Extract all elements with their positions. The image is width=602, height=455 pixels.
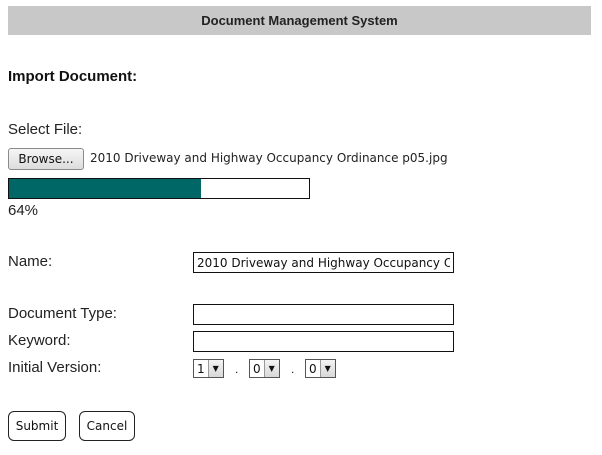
document-type-input[interactable] bbox=[193, 304, 454, 325]
app-header: Document Management System bbox=[8, 6, 591, 35]
version-separator: . bbox=[235, 362, 239, 376]
version-minor-value: 0 bbox=[253, 362, 261, 376]
upload-progress-fill bbox=[9, 179, 201, 198]
chevron-down-icon[interactable]: ▼ bbox=[207, 360, 223, 377]
upload-progress-text: 64% bbox=[8, 202, 39, 219]
select-file-label: Select File: bbox=[8, 121, 83, 138]
submit-button[interactable]: Submit bbox=[8, 411, 66, 441]
keyword-input[interactable] bbox=[193, 331, 454, 352]
section-title: Import Document: bbox=[8, 68, 138, 85]
version-patch-select[interactable]: 0 ▼ bbox=[305, 359, 336, 378]
name-label: Name: bbox=[8, 253, 53, 270]
chevron-down-icon[interactable]: ▼ bbox=[263, 360, 279, 377]
initial-version-label: Initial Version: bbox=[8, 359, 102, 376]
selected-file-name: 2010 Driveway and Highway Occupancy Ordi… bbox=[90, 151, 448, 165]
upload-progress-bar bbox=[8, 178, 310, 199]
version-major-value: 1 bbox=[197, 362, 205, 376]
version-separator: . bbox=[291, 362, 295, 376]
document-type-label: Document Type: bbox=[8, 305, 117, 322]
cancel-button[interactable]: Cancel bbox=[79, 411, 135, 441]
version-patch-value: 0 bbox=[309, 362, 317, 376]
name-input[interactable] bbox=[193, 252, 454, 273]
browse-button[interactable]: Browse... bbox=[8, 148, 84, 170]
chevron-down-icon[interactable]: ▼ bbox=[319, 360, 335, 377]
keyword-label: Keyword: bbox=[8, 332, 71, 349]
version-major-select[interactable]: 1 ▼ bbox=[193, 359, 224, 378]
version-minor-select[interactable]: 0 ▼ bbox=[249, 359, 280, 378]
app-title: Document Management System bbox=[201, 13, 398, 28]
